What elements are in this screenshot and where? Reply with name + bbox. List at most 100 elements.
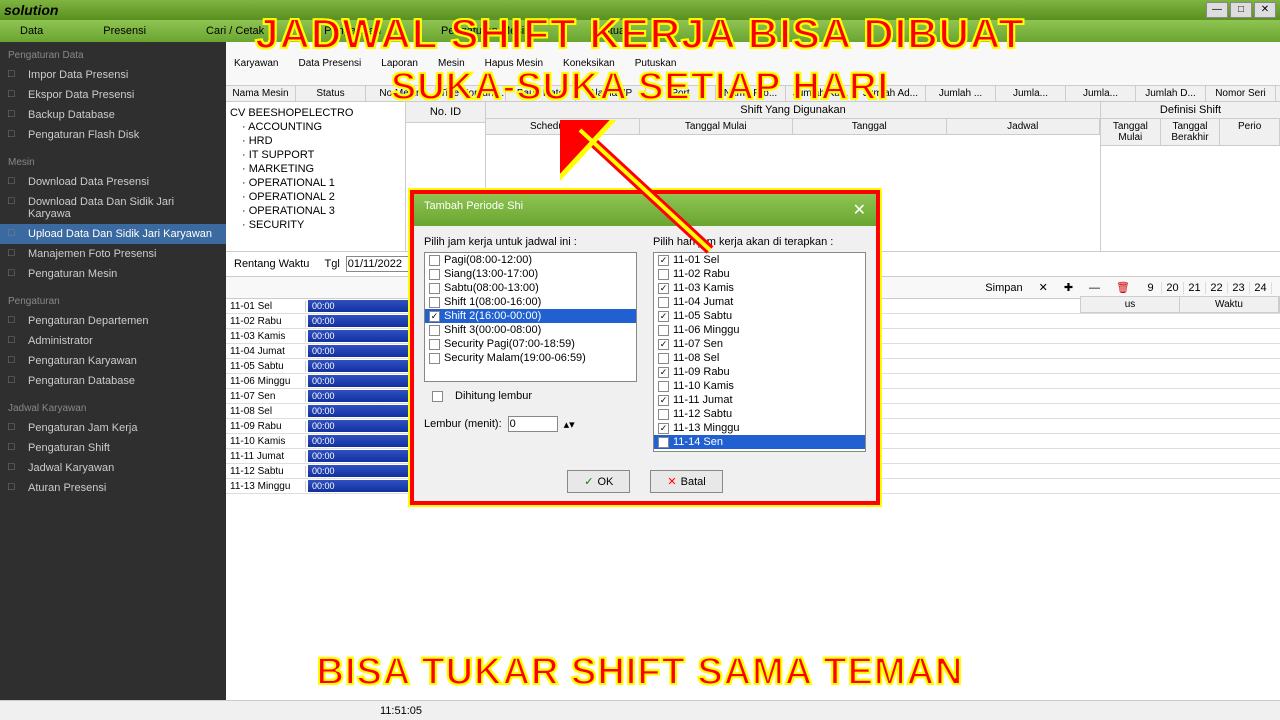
maximize-button[interactable]: □ (1230, 2, 1252, 18)
shift-option[interactable]: Security Malam(19:00-06:59) (425, 351, 636, 365)
sidebar-jam-kerja[interactable]: Pengaturan Jam Kerja (0, 418, 226, 438)
shift-option[interactable]: Security Pagi(07:00-18:59) (425, 337, 636, 351)
grid-col[interactable]: Nama Mesin (226, 86, 296, 101)
minimize-button[interactable]: — (1206, 2, 1228, 18)
checkbox-icon[interactable] (429, 255, 440, 266)
checkbox-icon[interactable] (429, 297, 440, 308)
checkbox-icon[interactable] (658, 269, 669, 280)
day-option[interactable]: 11-12 Sabtu (654, 407, 865, 421)
sidebar-download-sidik[interactable]: Download Data Dan Sidik Jari Karyawa (0, 192, 226, 224)
tree-item[interactable]: · ACCOUNTING (230, 120, 401, 134)
shift-option[interactable]: Siang(13:00-17:00) (425, 267, 636, 281)
cal-day[interactable]: 22 (1206, 282, 1228, 294)
checkbox-icon[interactable] (658, 297, 669, 308)
grid-col[interactable]: Status (296, 86, 366, 101)
close-button[interactable]: ✕ (1254, 2, 1276, 18)
tree-item[interactable]: · OPERATIONAL 2 (230, 190, 401, 204)
checkbox-icon[interactable] (658, 409, 669, 420)
shift-option[interactable]: Shift 2(16:00-00:00) (425, 309, 636, 323)
simpan-button[interactable]: Simpan (979, 280, 1028, 296)
tb-karyawan[interactable]: Karyawan (234, 58, 278, 69)
shift-option[interactable]: Sabtu(08:00-13:00) (425, 281, 636, 295)
checkbox-icon[interactable] (429, 311, 440, 322)
sidebar-impor[interactable]: Impor Data Presensi (0, 65, 226, 85)
sidebar-upload-sidik[interactable]: Upload Data Dan Sidik Jari Karyawan (0, 224, 226, 244)
dialog-close-icon[interactable]: ✕ (853, 200, 866, 220)
tree-item[interactable]: · IT SUPPORT (230, 148, 401, 162)
checkbox-icon[interactable] (658, 395, 669, 406)
lembur-checkbox[interactable] (432, 391, 443, 402)
day-option[interactable]: 11-06 Minggu (654, 323, 865, 337)
cal-day[interactable]: 21 (1184, 282, 1206, 294)
shift-option[interactable]: Shift 1(08:00-16:00) (425, 295, 636, 309)
spinner-icon[interactable]: ▴▾ (564, 418, 575, 431)
sidebar-backup[interactable]: Backup Database (0, 105, 226, 125)
day-option[interactable]: 11-07 Sen (654, 337, 865, 351)
checkbox-icon[interactable] (658, 367, 669, 378)
checkbox-icon[interactable] (429, 269, 440, 280)
ok-button[interactable]: ✓OK (567, 470, 630, 493)
checkbox-icon[interactable] (658, 437, 669, 448)
delete-icon[interactable]: 🗑 (1110, 279, 1136, 296)
tree-item[interactable]: · HRD (230, 134, 401, 148)
checkbox-icon[interactable] (658, 381, 669, 392)
checkbox-icon[interactable] (658, 255, 669, 266)
day-option[interactable]: 11-01 Sel (654, 253, 865, 267)
tree-item[interactable]: · MARKETING (230, 162, 401, 176)
grid-col[interactable]: Nomor Seri (1206, 86, 1276, 101)
tree-item[interactable]: · SECURITY (230, 218, 401, 232)
sidebar-flashdisk[interactable]: Pengaturan Flash Disk (0, 125, 226, 145)
sidebar-ekspor[interactable]: Ekspor Data Presensi (0, 85, 226, 105)
sidebar-database[interactable]: Pengaturan Database (0, 371, 226, 391)
checkbox-icon[interactable] (658, 339, 669, 350)
sidebar-foto[interactable]: Manajemen Foto Presensi (0, 244, 226, 264)
cal-day[interactable]: 23 (1228, 282, 1250, 294)
checkbox-icon[interactable] (429, 339, 440, 350)
checkbox-icon[interactable] (658, 311, 669, 322)
menu-data[interactable]: Data (20, 25, 43, 37)
sidebar-aturan[interactable]: Aturan Presensi (0, 478, 226, 498)
checkbox-icon[interactable] (429, 283, 440, 294)
sidebar-shift[interactable]: Pengaturan Shift (0, 438, 226, 458)
sidebar-download-presensi[interactable]: Download Data Presensi (0, 172, 226, 192)
checkbox-icon[interactable] (429, 325, 440, 336)
day-option[interactable]: 11-11 Jumat (654, 393, 865, 407)
day-option[interactable]: 11-05 Sabtu (654, 309, 865, 323)
checkbox-icon[interactable] (658, 325, 669, 336)
add-icon[interactable]: ✚ (1058, 279, 1079, 296)
tb-data-presensi[interactable]: Data Presensi (298, 58, 361, 69)
day-option[interactable]: 11-09 Rabu (654, 365, 865, 379)
shifts-listbox[interactable]: Pagi(08:00-12:00)Siang(13:00-17:00)Sabtu… (424, 252, 637, 382)
sidebar-admin[interactable]: Administrator (0, 331, 226, 351)
sidebar-karyawan[interactable]: Pengaturan Karyawan (0, 351, 226, 371)
day-option[interactable]: 11-14 Sen (654, 435, 865, 449)
tree-root[interactable]: CV BEESHOPELECTRO (230, 106, 401, 120)
cancel-x-icon[interactable]: ✕ (1033, 279, 1054, 296)
remove-icon[interactable]: — (1083, 280, 1106, 296)
grid-col[interactable]: Jumlah D... (1136, 86, 1206, 101)
checkbox-icon[interactable] (429, 353, 440, 364)
day-option[interactable]: 11-02 Rabu (654, 267, 865, 281)
grid-col[interactable]: Jumla... (1066, 86, 1136, 101)
days-listbox[interactable]: 11-01 Sel11-02 Rabu11-03 Kamis11-04 Juma… (653, 252, 866, 452)
tree-item[interactable]: · OPERATIONAL 3 (230, 204, 401, 218)
checkbox-icon[interactable] (658, 283, 669, 294)
shift-option[interactable]: Shift 3(00:00-08:00) (425, 323, 636, 337)
sidebar-departemen[interactable]: Pengaturan Departemen (0, 311, 226, 331)
grid-col[interactable]: Jumlah ... (926, 86, 996, 101)
grid-col[interactable]: Jumla... (996, 86, 1066, 101)
shift-option[interactable]: Pagi(08:00-12:00) (425, 253, 636, 267)
checkbox-icon[interactable] (658, 353, 669, 364)
cal-day[interactable]: 24 (1250, 282, 1272, 294)
day-option[interactable]: 11-03 Kamis (654, 281, 865, 295)
cal-day[interactable]: 9 (1140, 282, 1162, 294)
batal-button[interactable]: ✕Batal (650, 470, 722, 493)
day-option[interactable]: 11-08 Sel (654, 351, 865, 365)
menu-presensi[interactable]: Presensi (103, 25, 146, 37)
day-option[interactable]: 11-04 Jumat (654, 295, 865, 309)
sidebar-jadwal-karyawan[interactable]: Jadwal Karyawan (0, 458, 226, 478)
tree-item[interactable]: · OPERATIONAL 1 (230, 176, 401, 190)
cal-day[interactable]: 20 (1162, 282, 1184, 294)
lembur-input[interactable] (508, 416, 558, 432)
sidebar-pengaturan-mesin[interactable]: Pengaturan Mesin (0, 264, 226, 284)
